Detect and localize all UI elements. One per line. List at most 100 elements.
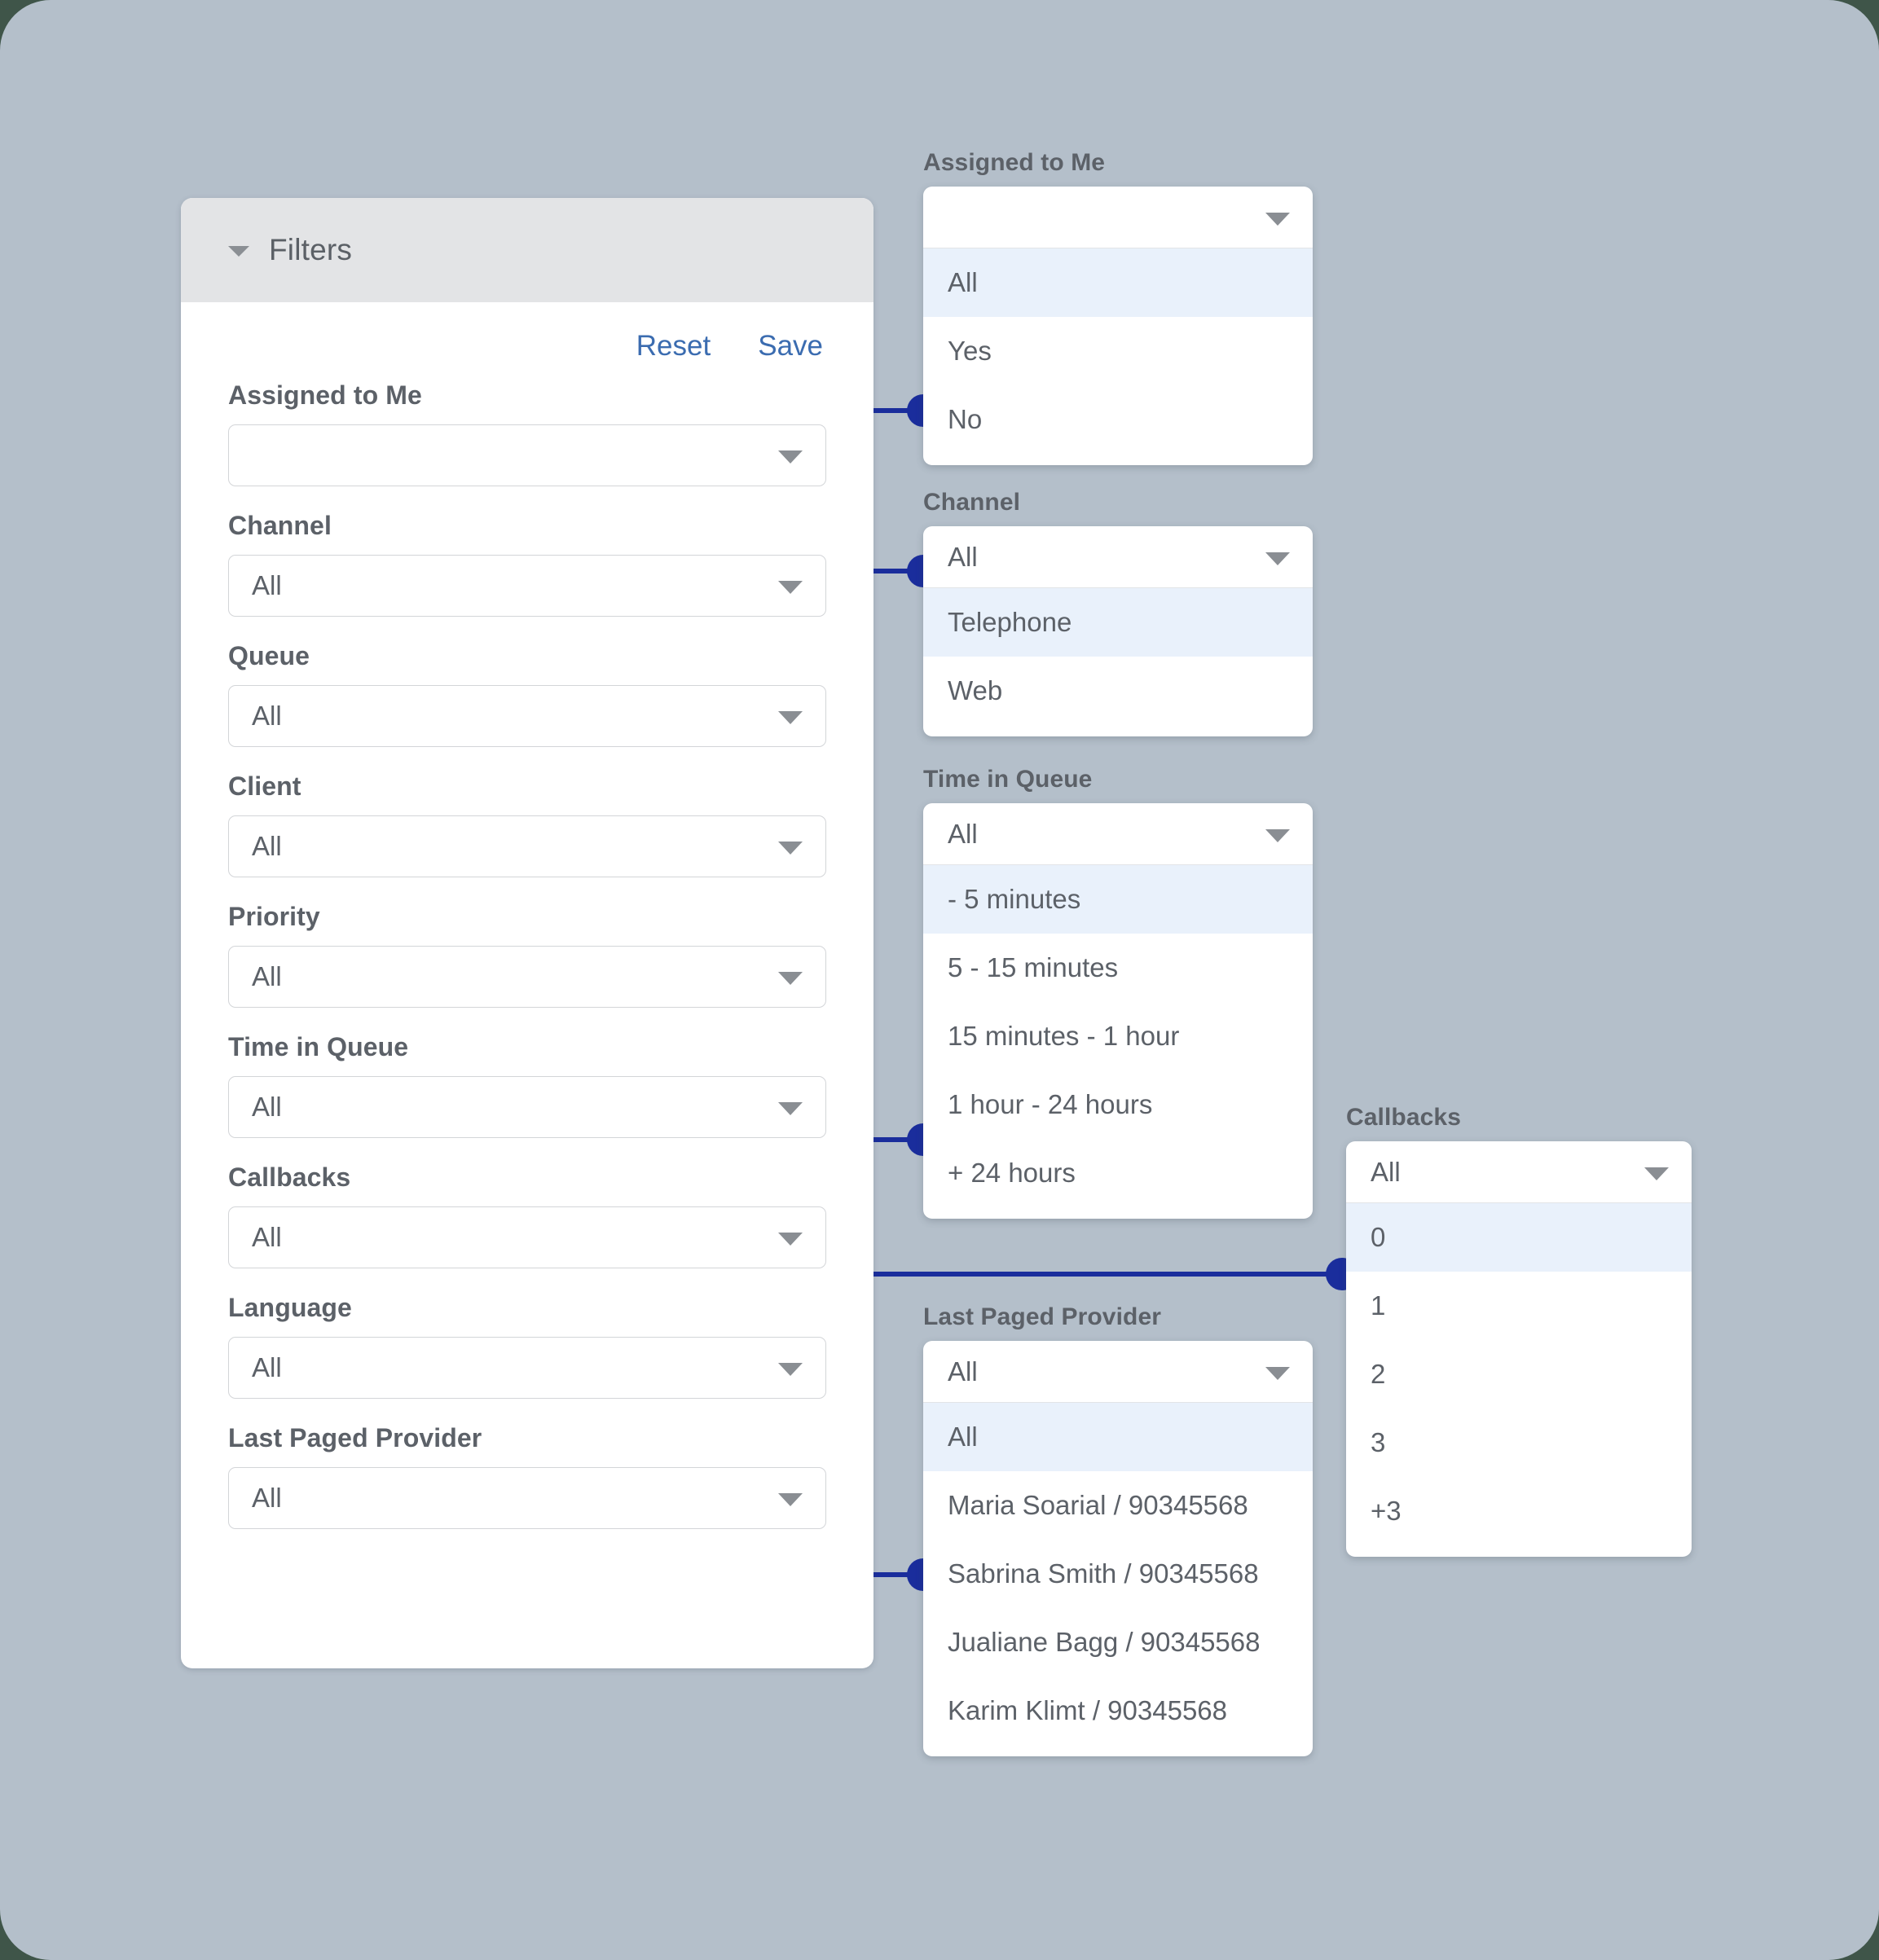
popover-trigger-last-paged-provider[interactable]: All	[923, 1341, 1313, 1403]
page-title: Filters	[269, 233, 353, 266]
popover-shell-callbacks: All 0 1 2 3 +3	[1346, 1141, 1692, 1557]
select-last-paged-provider[interactable]: All	[228, 1467, 826, 1529]
popover-list-time-in-queue: - 5 minutes 5 - 15 minutes 15 minutes - …	[923, 865, 1313, 1219]
popover-option-last-paged-provider-0[interactable]: All	[923, 1403, 1313, 1471]
filters-panel: Filters Reset Save Assigned to Me Channe…	[181, 198, 873, 1668]
popover-list-last-paged-provider: All Maria Soarial / 90345568 Sabrina Smi…	[923, 1403, 1313, 1756]
filter-actions: Reset Save	[228, 330, 826, 363]
popover-shell-channel: All Telephone Web	[923, 526, 1313, 736]
popover-label-channel: Channel	[923, 489, 1021, 516]
filters-panel-body: Reset Save Assigned to Me Channel All Qu…	[181, 302, 873, 1529]
chevron-down-icon[interactable]	[778, 1233, 803, 1246]
chevron-down-icon[interactable]	[1265, 828, 1290, 842]
popover-value-last-paged-provider: All	[948, 1356, 978, 1387]
select-value-time-in-queue: All	[252, 1092, 282, 1122]
field-label-queue: Queue	[228, 641, 310, 670]
select-assigned-to-me[interactable]	[228, 424, 826, 486]
popover-option-callbacks-1[interactable]: 1	[1346, 1272, 1692, 1340]
popover-list-assigned-to-me: All Yes No	[923, 248, 1313, 465]
field-label-assigned-to-me: Assigned to Me	[228, 380, 422, 410]
popover-label-callbacks: Callbacks	[1346, 1104, 1461, 1131]
popover-option-time-in-queue-4[interactable]: + 24 hours	[923, 1139, 1313, 1207]
select-time-in-queue[interactable]: All	[228, 1076, 826, 1138]
popover-label-last-paged-provider: Last Paged Provider	[923, 1303, 1161, 1330]
popover-option-last-paged-provider-1[interactable]: Maria Soarial / 90345568	[923, 1471, 1313, 1540]
chevron-down-icon[interactable]	[778, 581, 803, 594]
popover-option-callbacks-4[interactable]: +3	[1346, 1477, 1692, 1545]
popover-option-callbacks-3[interactable]: 3	[1346, 1408, 1692, 1477]
popover-option-time-in-queue-0[interactable]: - 5 minutes	[923, 865, 1313, 934]
popover-callbacks: Callbacks All 0 1 2 3 +3	[1346, 1104, 1692, 1557]
popover-shell-last-paged-provider: All All Maria Soarial / 90345568 Sabrina…	[923, 1341, 1313, 1756]
popover-trigger-callbacks[interactable]: All	[1346, 1141, 1692, 1203]
select-value-channel: All	[252, 570, 282, 600]
field-client: Client All	[228, 771, 826, 877]
field-label-client: Client	[228, 771, 301, 801]
chevron-down-icon[interactable]	[778, 1102, 803, 1115]
field-channel: Channel All	[228, 511, 826, 617]
popover-value-time-in-queue: All	[948, 818, 978, 849]
popover-option-assigned-to-me-2[interactable]: No	[923, 385, 1313, 454]
popover-option-callbacks-0[interactable]: 0	[1346, 1203, 1692, 1272]
screen-canvas: Filters Reset Save Assigned to Me Channe…	[0, 0, 1879, 1960]
field-language: Language All	[228, 1293, 826, 1399]
field-priority: Priority All	[228, 902, 826, 1008]
select-value-priority: All	[252, 961, 282, 991]
chevron-down-icon[interactable]	[778, 1363, 803, 1376]
field-label-callbacks: Callbacks	[228, 1162, 351, 1192]
popover-option-last-paged-provider-2[interactable]: Sabrina Smith / 90345568	[923, 1540, 1313, 1608]
popover-value-channel: All	[948, 541, 978, 572]
popover-time-in-queue: Time in Queue All - 5 minutes 5 - 15 min…	[923, 766, 1313, 1219]
chevron-down-icon[interactable]	[1265, 552, 1290, 565]
field-label-time-in-queue: Time in Queue	[228, 1032, 409, 1061]
popover-option-last-paged-provider-4[interactable]: Karim Klimt / 90345568	[923, 1677, 1313, 1745]
select-value-callbacks: All	[252, 1222, 282, 1252]
popover-option-assigned-to-me-0[interactable]: All	[923, 248, 1313, 317]
popover-option-callbacks-2[interactable]: 2	[1346, 1340, 1692, 1408]
popover-shell-time-in-queue: All - 5 minutes 5 - 15 minutes 15 minute…	[923, 803, 1313, 1219]
chevron-down-icon[interactable]	[778, 711, 803, 724]
popover-option-time-in-queue-2[interactable]: 15 minutes - 1 hour	[923, 1002, 1313, 1070]
popover-trigger-time-in-queue[interactable]: All	[923, 803, 1313, 865]
connector-line-callbacks	[822, 1272, 1347, 1277]
select-language[interactable]: All	[228, 1337, 826, 1399]
save-button[interactable]: Save	[758, 330, 823, 363]
popover-option-assigned-to-me-1[interactable]: Yes	[923, 317, 1313, 385]
chevron-down-icon[interactable]	[778, 972, 803, 985]
field-label-priority: Priority	[228, 902, 320, 931]
select-value-client: All	[252, 831, 282, 861]
field-assigned-to-me: Assigned to Me	[228, 380, 826, 486]
reset-button[interactable]: Reset	[636, 330, 711, 363]
popover-assigned-to-me: Assigned to Me All Yes No	[923, 149, 1313, 465]
select-client[interactable]: All	[228, 815, 826, 877]
popover-option-last-paged-provider-3[interactable]: Jualiane Bagg / 90345568	[923, 1608, 1313, 1677]
popover-option-time-in-queue-3[interactable]: 1 hour - 24 hours	[923, 1070, 1313, 1139]
chevron-down-icon[interactable]	[1265, 1366, 1290, 1380]
select-value-language: All	[252, 1352, 282, 1382]
popover-option-channel-0[interactable]: Telephone	[923, 588, 1313, 657]
field-last-paged-provider: Last Paged Provider All	[228, 1423, 826, 1529]
chevron-down-icon[interactable]	[778, 450, 803, 464]
popover-option-channel-1[interactable]: Web	[923, 657, 1313, 725]
popover-option-time-in-queue-1[interactable]: 5 - 15 minutes	[923, 934, 1313, 1002]
popover-trigger-channel[interactable]: All	[923, 526, 1313, 588]
popover-shell-assigned-to-me: All Yes No	[923, 187, 1313, 465]
chevron-down-icon[interactable]	[778, 842, 803, 855]
popover-trigger-assigned-to-me[interactable]	[923, 187, 1313, 248]
popover-channel: Channel All Telephone Web	[923, 489, 1313, 736]
select-queue[interactable]: All	[228, 685, 826, 747]
field-time-in-queue: Time in Queue All	[228, 1032, 826, 1138]
select-value-last-paged-provider: All	[252, 1483, 282, 1513]
chevron-down-icon[interactable]	[778, 1493, 803, 1506]
field-label-channel: Channel	[228, 511, 332, 540]
select-callbacks[interactable]: All	[228, 1206, 826, 1268]
select-value-queue: All	[252, 701, 282, 731]
field-callbacks: Callbacks All	[228, 1162, 826, 1268]
select-priority[interactable]: All	[228, 946, 826, 1008]
chevron-down-icon[interactable]	[228, 246, 249, 257]
popover-value-callbacks: All	[1371, 1156, 1401, 1187]
chevron-down-icon[interactable]	[1265, 212, 1290, 226]
filters-panel-header[interactable]: Filters	[181, 198, 873, 302]
chevron-down-icon[interactable]	[1644, 1167, 1669, 1180]
select-channel[interactable]: All	[228, 555, 826, 617]
